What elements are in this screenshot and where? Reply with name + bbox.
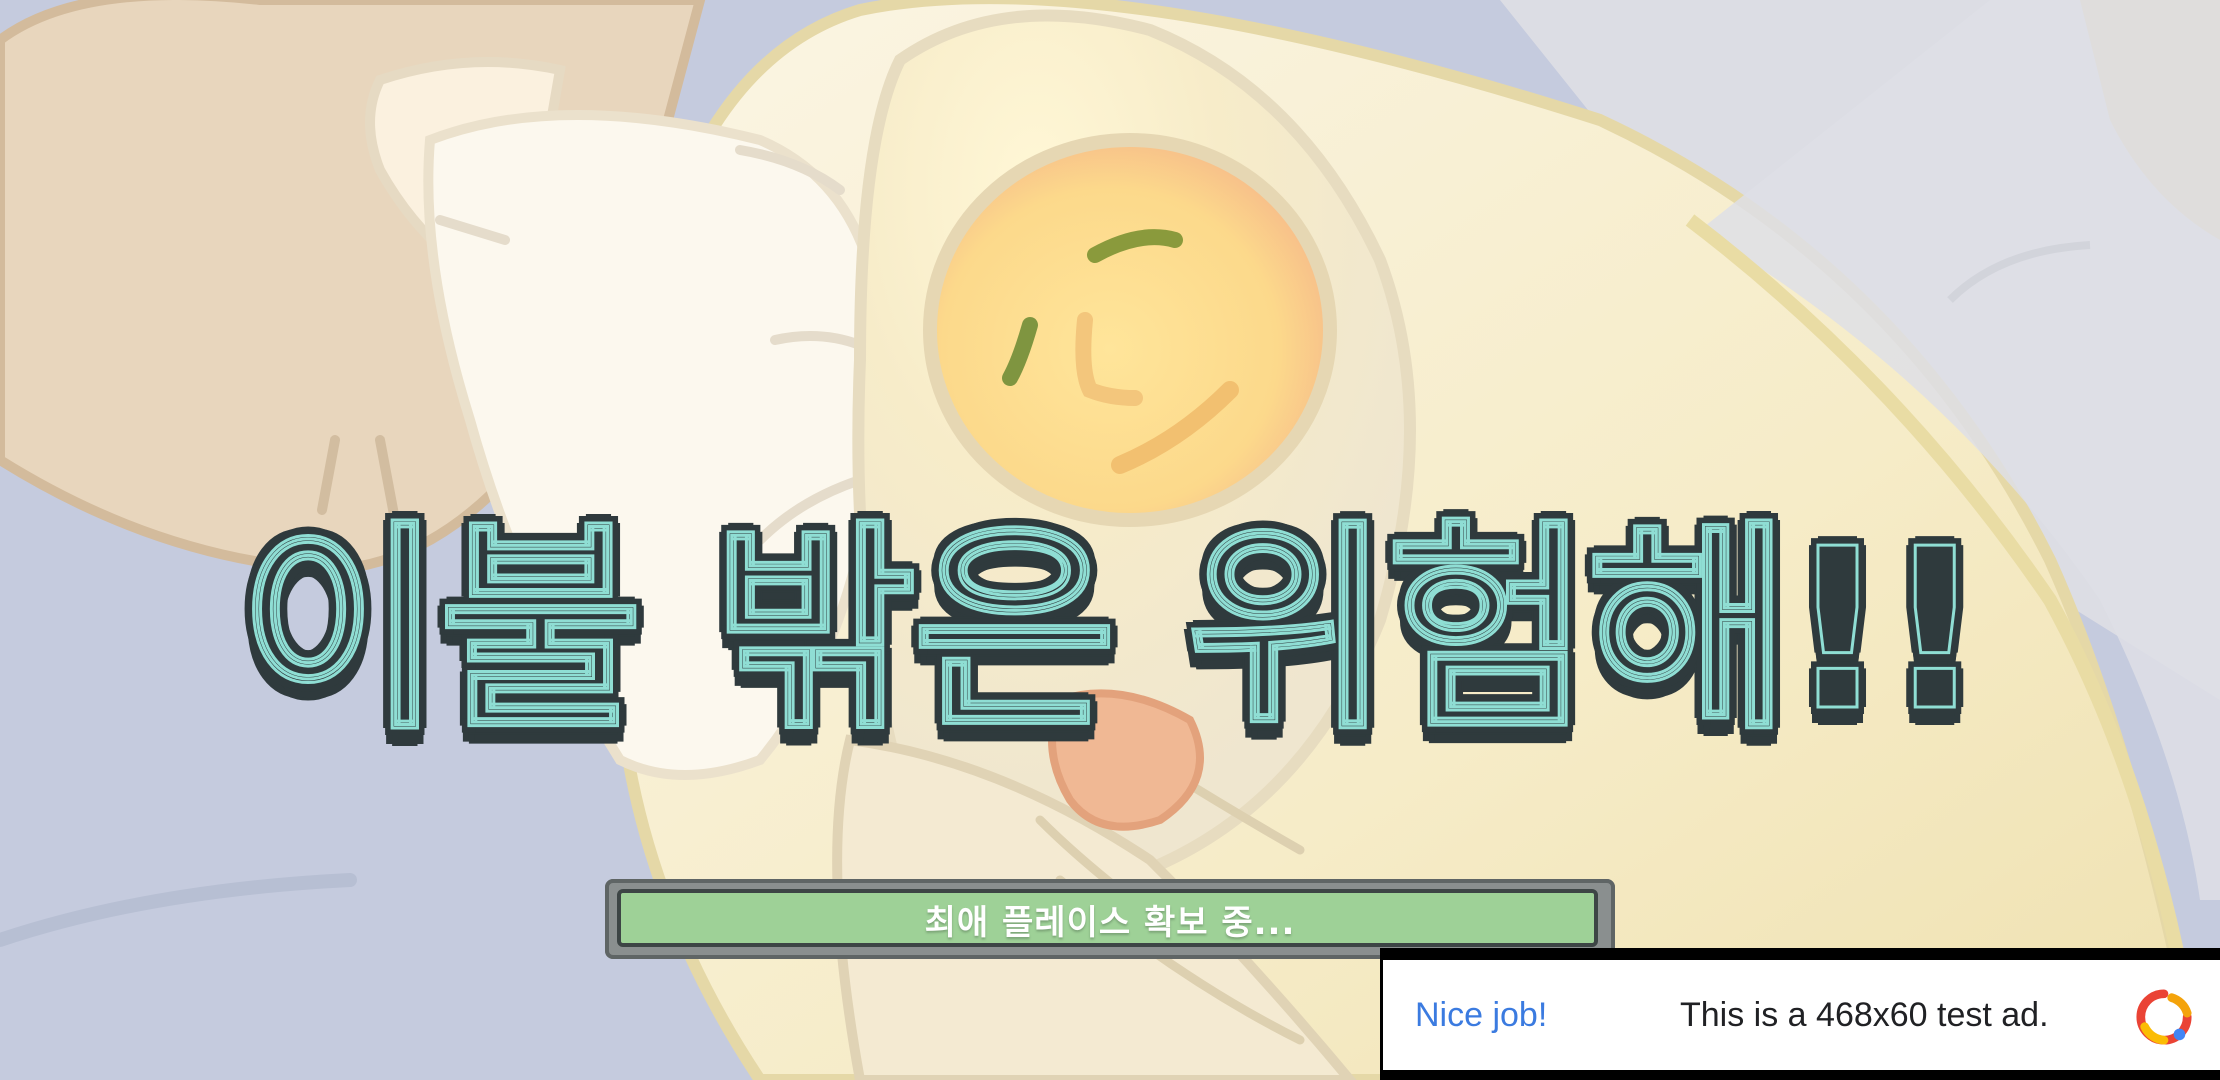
screen-title: 이불 밖은 위험해!! xyxy=(0,519,2220,744)
test-ad-banner[interactable]: Nice job! This is a 468x60 test ad. xyxy=(1380,948,2220,1080)
ad-headline[interactable]: Nice job! xyxy=(1415,960,1547,1070)
game-screen: 이불 밖은 위험해!! 최애 플레이스 확보 중... Nice job! Th… xyxy=(0,0,2220,1080)
adsense-logo-icon[interactable] xyxy=(2135,988,2193,1046)
loading-progress-label: 최애 플레이스 확보 중... xyxy=(924,902,1296,943)
loading-progress-bar: 최애 플레이스 확보 중... xyxy=(605,879,1615,959)
ad-body-text[interactable]: This is a 468x60 test ad. xyxy=(1680,960,2049,1070)
ad-content[interactable]: Nice job! This is a 468x60 test ad. xyxy=(1383,960,2220,1070)
screen-title-text: 이불 밖은 위험해!! xyxy=(237,502,1987,760)
